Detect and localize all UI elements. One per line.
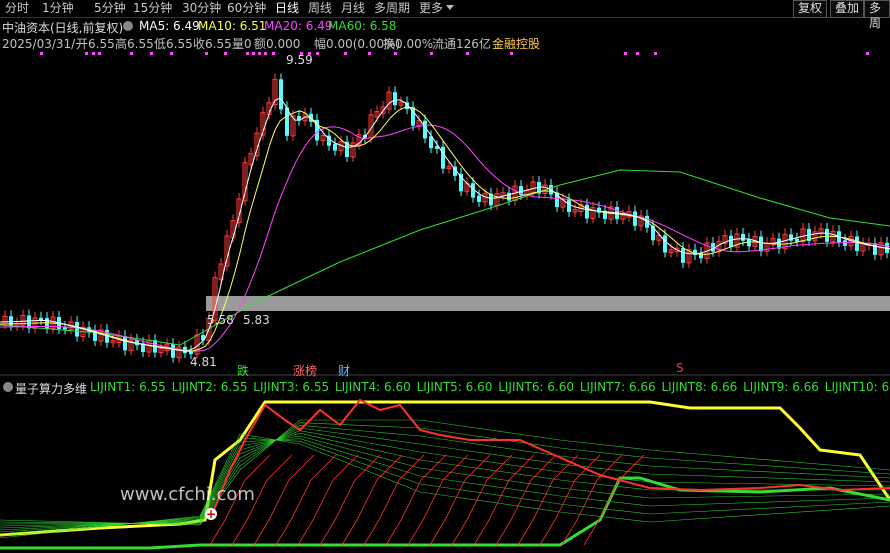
high-price-annotation: 9.59 [286,53,313,67]
signal-dot [40,52,43,55]
low-price-annotation: 4.81 [190,355,217,369]
candle-body [759,236,763,252]
indicator-value-4: LIJINT4: 6.60 [334,380,415,394]
signal-dot [170,52,173,55]
indicator-value-6: LIJINT6: 6.60 [498,380,578,394]
signal-dot [252,52,255,55]
signal-dot [258,52,261,55]
candle-body [333,143,337,151]
candle-body [393,92,397,106]
signal-dot [466,52,469,55]
ma5-line [0,97,890,352]
signal-dot [130,52,133,55]
candle-body [795,238,799,242]
price-chart[interactable]: www.cfchi.com [0,0,890,553]
indicator-value-2: LIJINT2: 6.55 [171,380,252,394]
indicator-value-1: LIJINT1: 6.55 [90,380,170,394]
signal-dot [85,52,88,55]
indicator-value-5: LIJINT5: 6.60 [416,380,497,394]
candlesticks [2,73,889,363]
candle-body [585,204,589,219]
indicator-value-10: LIJINT10: 6.66 [824,380,890,394]
signal-dot [368,52,371,55]
signal-dot [272,52,275,55]
event-die[interactable]: 跌 [237,362,249,379]
signal-dot [98,52,101,55]
candle-body [75,322,79,337]
signal-dot [150,52,153,55]
indicator-settings-icon[interactable] [3,382,13,392]
plus-icon[interactable]: + [205,508,217,520]
candle-body [567,199,571,212]
event-zhangbang[interactable]: 涨榜 [293,362,317,379]
indicator-value-3: LIJINT3: 6.55 [253,380,333,394]
ma10-line [0,106,890,352]
candle-body [855,236,859,251]
signal-dot [264,52,267,55]
candle-body [873,243,877,255]
candle-body [9,316,13,326]
candle-body [741,233,745,241]
indicator-value-9: LIJINT9: 6.66 [743,380,823,394]
watermark: www.cfchi.com [120,484,255,505]
candle-body [171,344,175,358]
signal-dot [205,52,208,55]
ref-price-b: 5.83 [243,313,270,327]
candle-body [633,211,637,226]
ref-price-a: 5.58 [207,313,234,327]
signal-dot [92,52,95,55]
red-band-line [583,454,645,546]
ma60-line [0,169,890,346]
candle-body [729,235,733,248]
candle-body [279,79,283,110]
signal-dot [224,52,227,55]
green-band-line [0,425,890,525]
candle-body [441,146,445,169]
signal-dots [40,52,869,55]
candle-body [477,195,481,202]
green-band-line [0,427,890,527]
gray-band [206,296,890,311]
indicator-name[interactable]: 量子算力多维 [15,380,87,397]
event-cai[interactable]: 财 [338,362,350,379]
candle-body [663,235,667,253]
signal-dot [510,52,513,55]
indicator-value-8: LIJINT8: 6.66 [661,380,742,394]
signal-dot [430,52,433,55]
signal-dot [246,52,249,55]
signal-dot [316,52,319,55]
indicator-values: LIJINT1: 6.55 LIJINT2: 6.55 LIJINT3: 6.5… [90,380,890,394]
signal-dot [344,52,347,55]
signal-dot [394,52,397,55]
indicator-value-7: LIJINT7: 6.66 [579,380,660,394]
indicator-lines [0,398,890,550]
signal-dot [654,52,657,55]
event-s[interactable]: S [676,361,684,375]
candle-body [681,248,685,263]
signal-dot [866,52,869,55]
signal-dot [636,52,639,55]
candle-body [39,317,43,321]
candle-body [123,336,127,351]
candle-body [825,228,829,242]
signal-dot [624,52,627,55]
